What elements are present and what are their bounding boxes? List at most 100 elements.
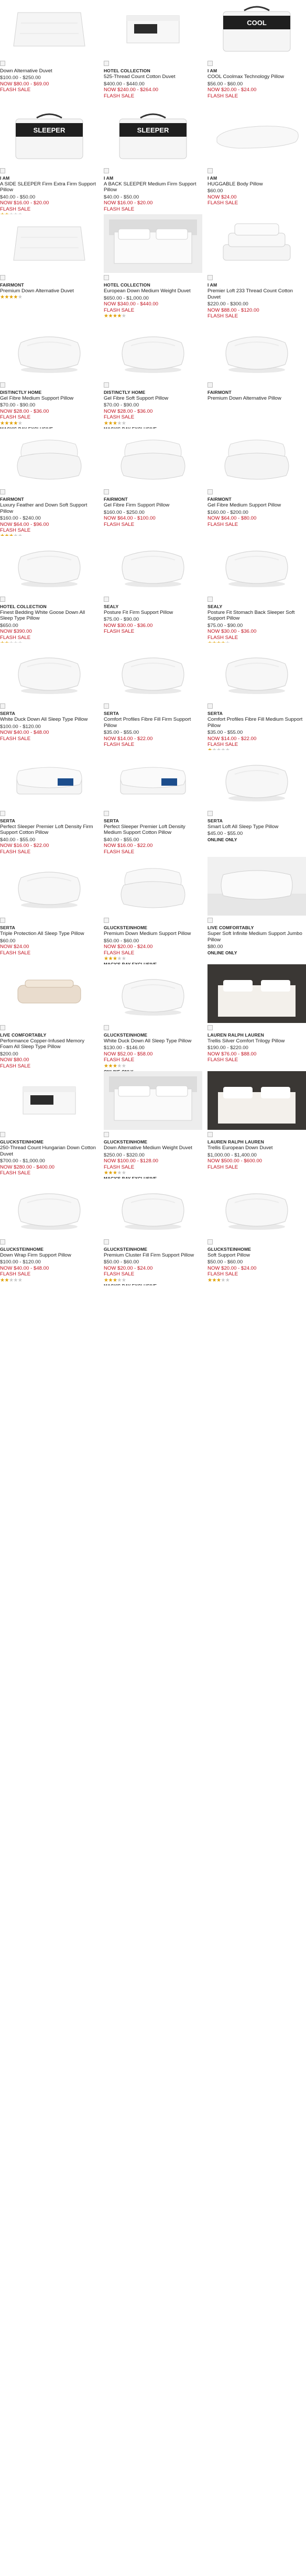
product-title[interactable]: Triple Protection All Sleep Type Pillow xyxy=(0,931,99,937)
product-image[interactable] xyxy=(207,321,306,380)
product-card[interactable]: FAIRMONT Premium Down Alternative Duvet ★★… xyxy=(0,214,99,322)
color-swatch[interactable] xyxy=(207,1025,213,1030)
rating-stars[interactable]: ★★★★★ xyxy=(104,956,202,962)
product-image[interactable] xyxy=(0,1178,99,1237)
product-title[interactable]: Perfect Sleeper Premier Loft Density Med… xyxy=(104,824,202,836)
product-image[interactable] xyxy=(0,643,99,701)
product-card[interactable]: FAIRMONT Luxury Feather and Down Soft Sup… xyxy=(0,428,99,536)
product-title[interactable]: Gel Fibre Firm Support Pillow xyxy=(104,502,202,508)
product-card[interactable]: GLUCKSTEINHOME Premium Down Medium Suppor… xyxy=(104,857,202,964)
color-swatch[interactable] xyxy=(0,703,5,709)
rating-stars[interactable]: ★★★★★ xyxy=(0,1278,99,1283)
color-swatch[interactable] xyxy=(104,382,109,388)
product-image[interactable] xyxy=(0,428,99,487)
color-swatch[interactable] xyxy=(0,168,5,173)
color-swatch[interactable] xyxy=(104,703,109,709)
product-card[interactable]: FAIRMONT Gel Fibre Medium Support Pillow $… xyxy=(207,428,306,536)
product-title[interactable]: HUGGABLE Body Pillow xyxy=(207,181,306,187)
color-swatch[interactable] xyxy=(0,1025,5,1030)
product-title[interactable]: Down Alternative Duvet xyxy=(0,68,99,74)
product-image[interactable] xyxy=(104,535,202,595)
product-card[interactable]: SLEEPER I AM A BACK SLEEPER Medium Firm S… xyxy=(104,107,202,215)
color-swatch[interactable] xyxy=(0,810,5,816)
color-swatch[interactable] xyxy=(0,1132,5,1137)
product-image[interactable] xyxy=(207,1178,306,1237)
product-title[interactable]: Comfort Profiles Fibre Fill Medium Suppo… xyxy=(207,717,306,729)
product-card[interactable]: HOTEL COLLECTION European Down Medium Wei… xyxy=(104,214,202,322)
product-card[interactable]: DISTINCTLY HOME Gel Fibre Soft Support Pi… xyxy=(104,321,202,428)
color-swatch[interactable] xyxy=(207,382,213,388)
product-card[interactable]: SERTA Triple Protection All Sleep Type Pi… xyxy=(0,857,99,964)
product-image[interactable] xyxy=(0,1071,99,1130)
product-title[interactable]: COOL Coolmax Technology Pillow xyxy=(207,74,306,80)
product-image[interactable] xyxy=(207,1071,306,1130)
product-image[interactable] xyxy=(104,857,202,916)
product-card[interactable]: FAIRMONT Premium Down Alternative Pillow xyxy=(207,321,306,429)
color-swatch[interactable] xyxy=(104,1132,109,1137)
product-title[interactable]: 525-Thread Count Cotton Duvet xyxy=(104,74,202,80)
color-swatch[interactable] xyxy=(207,275,213,280)
color-swatch[interactable] xyxy=(207,810,213,816)
color-swatch[interactable] xyxy=(207,703,213,709)
product-image[interactable] xyxy=(0,0,99,59)
product-image[interactable] xyxy=(0,321,99,380)
color-swatch[interactable] xyxy=(207,1239,213,1245)
product-title[interactable]: Gel Fibre Medium Support Pillow xyxy=(207,502,306,508)
product-title[interactable]: European Down Medium Weight Duvet xyxy=(104,288,202,294)
product-title[interactable]: Premium Down Alternative Pillow xyxy=(207,395,306,401)
product-card[interactable]: COOL I AM COOL Coolmax Technology Pillow $… xyxy=(207,0,306,107)
color-swatch[interactable] xyxy=(0,918,5,923)
product-title[interactable]: White Duck Down All Sleep Type Pillow xyxy=(104,1038,202,1044)
product-title[interactable]: Trellis Silver Comfort Trilogy Pillow xyxy=(207,1038,306,1044)
product-title[interactable]: Luxury Feather and Down Soft Support Pil… xyxy=(0,502,99,514)
product-title[interactable]: Posture Fit Stomach Back Sleeper Soft Su… xyxy=(207,610,306,622)
product-card[interactable]: LIVE COMFORTABLY Super Soft Infinite Medi… xyxy=(207,857,306,964)
product-title[interactable]: Posture Fit Firm Support Pillow xyxy=(104,610,202,615)
product-image[interactable] xyxy=(104,1071,202,1130)
product-card[interactable]: FAIRMONT Gel Fibre Firm Support Pillow $16… xyxy=(104,428,202,536)
product-image[interactable] xyxy=(0,964,99,1023)
color-swatch[interactable] xyxy=(0,275,5,280)
product-card[interactable]: LIVE COMFORTABLY Performance Copper-Infus… xyxy=(0,964,99,1072)
product-card[interactable]: SEALY Posture Fit Firm Support Pillow $75.… xyxy=(104,535,202,643)
product-title[interactable]: Premium Down Alternative Duvet xyxy=(0,288,99,294)
product-title[interactable]: Smart Loft All Sleep Type Pillow xyxy=(207,824,306,830)
product-title[interactable]: Trellis European Down Duvet xyxy=(207,1145,306,1151)
product-image[interactable] xyxy=(207,214,306,273)
product-image[interactable] xyxy=(104,0,202,59)
product-image[interactable] xyxy=(207,428,306,487)
product-title[interactable]: Super Soft Infinite Medium Support Jumbo… xyxy=(207,931,306,943)
product-card[interactable]: HOTEL COLLECTION 525-Thread Count Cotton … xyxy=(104,0,202,107)
product-image[interactable] xyxy=(104,1178,202,1237)
color-swatch[interactable] xyxy=(207,596,213,602)
product-image[interactable] xyxy=(104,964,202,1023)
product-title[interactable]: Premier Loft 233 Thread Count Cotton Duv… xyxy=(207,288,306,300)
product-image[interactable] xyxy=(0,535,99,595)
color-swatch[interactable] xyxy=(0,1239,5,1245)
rating-stars[interactable]: ★★★★★ xyxy=(104,1063,202,1069)
product-card[interactable]: SEALY Posture Fit Stomach Back Sleeper So… xyxy=(207,535,306,643)
color-swatch[interactable] xyxy=(207,918,213,923)
product-card[interactable]: SERTA White Duck Down All Sleep Type Pill… xyxy=(0,643,99,750)
product-image[interactable]: SLEEPER xyxy=(104,107,202,166)
color-swatch[interactable] xyxy=(104,810,109,816)
rating-stars[interactable]: ★★★★★ xyxy=(0,294,99,300)
color-swatch[interactable] xyxy=(104,275,109,280)
product-image[interactable] xyxy=(207,857,306,916)
color-swatch[interactable] xyxy=(0,489,5,494)
color-swatch[interactable] xyxy=(0,61,5,66)
product-image[interactable]: COOL xyxy=(207,0,306,59)
product-title[interactable]: Gel Fibre Soft Support Pillow xyxy=(104,395,202,401)
product-title[interactable]: Perfect Sleeper Premier Loft Density Fir… xyxy=(0,824,99,836)
product-image[interactable] xyxy=(104,643,202,701)
rating-stars[interactable]: ★★★★★ xyxy=(104,421,202,426)
rating-stars[interactable]: ★★★★★ xyxy=(104,1170,202,1176)
product-title[interactable]: Finest Bedding White Goose Down All Slee… xyxy=(0,610,99,622)
product-card[interactable]: SERTA Perfect Sleeper Premier Loft Densit… xyxy=(104,750,202,857)
color-swatch[interactable] xyxy=(0,382,5,388)
color-swatch[interactable] xyxy=(104,1239,109,1245)
rating-stars[interactable]: ★★★★★ xyxy=(104,1278,202,1283)
product-card[interactable]: SLEEPER I AM A SIDE SLEEPER Firm Extra Fi… xyxy=(0,107,99,214)
product-image[interactable] xyxy=(207,107,306,166)
product-card[interactable]: GLUCKSTEINHOME White Duck Down All Sleep … xyxy=(104,964,202,1071)
